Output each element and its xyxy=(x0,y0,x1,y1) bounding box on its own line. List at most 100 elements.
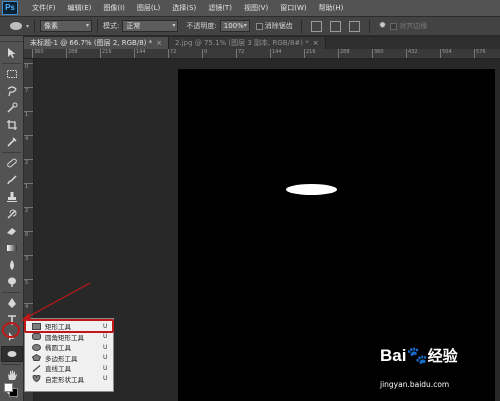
photoshop-logo: Ps xyxy=(2,1,18,15)
ruler-tick-label: 216 xyxy=(304,49,316,58)
divider xyxy=(368,19,370,33)
healing-brush-tool-icon[interactable] xyxy=(1,155,23,171)
ellipse-shape[interactable] xyxy=(286,184,337,195)
align-edges-label: 对齐边缘 xyxy=(399,22,428,30)
flyout-item-polygon-tool[interactable]: 多边形工具 U xyxy=(25,353,113,364)
clone-stamp-tool-icon[interactable] xyxy=(1,189,23,205)
chevron-down-icon[interactable]: ▾ xyxy=(26,23,29,30)
blend-mode-label: 模式: xyxy=(103,22,120,30)
quick-select-tool-icon[interactable] xyxy=(1,100,23,116)
menu-window[interactable]: 窗口(W) xyxy=(274,3,312,13)
ellipse-tool-icon[interactable] xyxy=(0,346,23,362)
ruler-horizontal[interactable]: 360 288 216 144 72 0 72 144 216 288 360 432 504 576 xyxy=(24,49,500,59)
flyout-highlight-frame xyxy=(24,319,114,333)
selected-tool-highlight xyxy=(2,322,20,338)
flyout-item-label: 直线工具 xyxy=(45,365,71,374)
menu-file[interactable]: 文件(F) xyxy=(26,3,62,13)
menu-filter[interactable]: 滤镜(T) xyxy=(202,3,238,13)
divider xyxy=(2,292,21,293)
pen-tool-icon[interactable] xyxy=(1,295,23,311)
ruler-tick-label: 288 xyxy=(66,49,78,58)
ruler-tick-label: 2 xyxy=(24,207,33,214)
opacity-input[interactable]: 100% xyxy=(219,20,250,32)
foreground-color-swatch[interactable] xyxy=(4,383,13,392)
document-tabs: 未标题-1 @ 66.7% (图层 2, RGB/8) * × 2.jpg @ 7… xyxy=(24,37,500,49)
ruler-tick-label: 360 xyxy=(372,49,384,58)
ruler-tick-label: 576 xyxy=(474,49,486,58)
menu-bar: Ps 文件(F) 编辑(E) 图像(I) 图层(L) 选择(S) 滤镜(T) 视… xyxy=(0,0,500,16)
path-arrangement-icon[interactable] xyxy=(348,20,360,32)
tab-label: 2.jpg @ 75.1% (图层 3 副本, RGB/8#) * xyxy=(175,39,309,47)
align-edges-checkbox[interactable] xyxy=(390,22,398,30)
flyout-item-label: 多边形工具 xyxy=(45,354,78,363)
gradient-tool-icon[interactable] xyxy=(1,240,23,256)
antialias-label: 消除锯齿 xyxy=(264,22,293,30)
dodge-tool-icon[interactable] xyxy=(1,274,23,290)
ruler-tick-label: 288 xyxy=(338,49,350,58)
ruler-tick-label: 0 xyxy=(202,49,207,58)
gear-icon[interactable]: ✹ xyxy=(379,21,387,31)
divider xyxy=(2,364,21,365)
tab-document-2[interactable]: 2.jpg @ 75.1% (图层 3 副本, RGB/8#) * × xyxy=(169,37,326,49)
flyout-item-shortcut: U xyxy=(103,364,108,372)
tool-mode-value: 像素 xyxy=(44,22,59,30)
hand-tool-icon[interactable] xyxy=(1,367,23,383)
close-icon[interactable]: × xyxy=(156,39,162,47)
menu-help[interactable]: 帮助(H) xyxy=(313,3,350,13)
lasso-tool-icon[interactable] xyxy=(1,83,23,99)
ruler-tick-label: 360 xyxy=(32,49,44,58)
flyout-item-label: 自定形状工具 xyxy=(45,375,84,384)
history-brush-tool-icon[interactable] xyxy=(1,206,23,222)
menu-edit[interactable]: 编辑(E) xyxy=(62,3,98,13)
menu-select[interactable]: 选择(S) xyxy=(166,3,202,13)
menu-layer[interactable]: 图层(L) xyxy=(131,3,166,13)
blur-tool-icon[interactable] xyxy=(1,257,23,273)
tool-preset-ellipse-icon[interactable] xyxy=(10,22,22,30)
flyout-item-rounded-rectangle-tool[interactable]: 圆角矩形工具 U xyxy=(25,332,113,343)
move-tool-icon[interactable] xyxy=(1,45,23,61)
tab-label: 未标题-1 @ 66.7% (图层 2, RGB/8) * xyxy=(30,39,153,47)
marquee-tool-icon[interactable] xyxy=(1,66,23,82)
ruler-tick-label: 1 xyxy=(24,183,33,190)
menu-view[interactable]: 视图(V) xyxy=(238,3,274,13)
flyout-item-label: 圆角矩形工具 xyxy=(45,333,84,342)
watermark-logo: Bai🐾经验 xyxy=(380,345,458,366)
flyout-item-shortcut: U xyxy=(103,343,108,351)
flyout-item-label: 椭圆工具 xyxy=(45,344,71,353)
divider xyxy=(300,19,302,33)
flyout-item-custom-shape-tool[interactable]: 自定形状工具 U xyxy=(25,374,113,385)
toolbox xyxy=(0,36,24,401)
menu-image[interactable]: 图像(I) xyxy=(97,3,131,13)
path-operations-icon[interactable] xyxy=(310,20,322,32)
ruler-tick-label: 7 xyxy=(24,87,33,94)
blend-mode-select[interactable]: 正常 xyxy=(122,20,179,32)
tab-document-1[interactable]: 未标题-1 @ 66.7% (图层 2, RGB/8) * × xyxy=(24,37,169,49)
line-icon xyxy=(31,364,41,372)
antialias-checkbox[interactable] xyxy=(255,22,263,30)
watermark-brand-a: Bai xyxy=(380,346,407,365)
flyout-item-ellipse-tool[interactable]: 椭圆工具 U xyxy=(25,342,113,353)
eyedropper-tool-icon[interactable] xyxy=(1,134,23,150)
close-icon[interactable]: × xyxy=(313,39,319,47)
custom-shape-icon xyxy=(31,375,41,383)
ruler-tick-label: 5 xyxy=(24,279,33,286)
ruler-tick-label: 1 xyxy=(24,111,33,118)
ruler-tick-label: 216 xyxy=(100,49,112,58)
ruler-tick-label: 72 xyxy=(236,49,244,58)
flyout-item-line-tool[interactable]: 直线工具 U xyxy=(25,363,113,374)
tool-mode-select[interactable]: 像素 xyxy=(40,20,93,32)
brush-tool-icon[interactable] xyxy=(1,172,23,188)
flyout-item-shortcut: U xyxy=(103,354,108,362)
flyout-item-shortcut: U xyxy=(103,375,108,383)
crop-tool-icon[interactable] xyxy=(1,117,23,133)
opacity-value: 100% xyxy=(223,22,244,30)
toolbox-grip[interactable] xyxy=(0,36,23,42)
flyout-item-shortcut: U xyxy=(103,333,108,341)
ruler-tick-label: 4 xyxy=(24,303,33,310)
path-alignment-icon[interactable] xyxy=(329,20,341,32)
ruler-tick-label: 504 xyxy=(440,49,452,58)
ruler-tick-label: 0 xyxy=(24,63,33,70)
eraser-tool-icon[interactable] xyxy=(1,223,23,239)
divider xyxy=(97,19,99,33)
rounded-rectangle-icon xyxy=(31,333,41,341)
